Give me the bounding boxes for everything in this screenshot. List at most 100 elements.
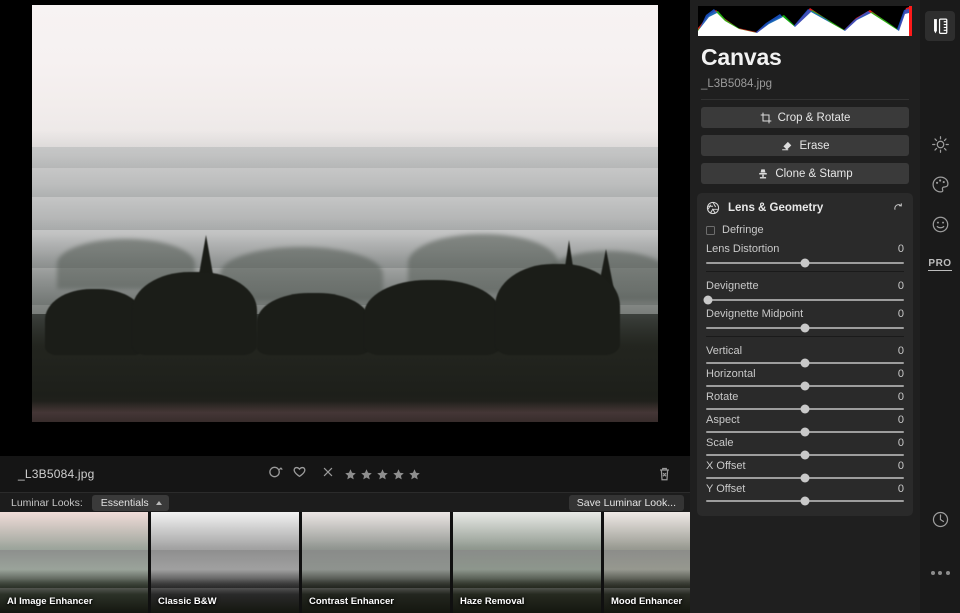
x-offset-slider[interactable]: X Offset 0 [706, 460, 904, 483]
slider-track[interactable] [703, 295, 904, 305]
light-button[interactable] [920, 124, 960, 164]
slider-track[interactable] [706, 473, 904, 483]
devignette-label: Devignette [706, 280, 759, 292]
clone-stamp-label: Clone & Stamp [775, 167, 853, 180]
lens-geometry-section: Lens & Geometry Defringe Lens Distortion… [697, 193, 913, 516]
reset-arrow-icon[interactable] [891, 202, 904, 215]
slider-knob[interactable] [800, 258, 810, 268]
preset-label: Classic B&W [158, 596, 217, 607]
defringe-checkbox[interactable] [706, 225, 715, 235]
luminar-app-window: _L3B5084.jpg Luminar Looks: Essentials S… [0, 0, 960, 613]
lens-distortion-slider[interactable]: Lens Distortion 0 [706, 243, 904, 268]
save-luminar-look-button[interactable]: Save Luminar Look... [568, 494, 684, 511]
slider-track[interactable] [706, 323, 904, 333]
crop-rotate-button[interactable]: Crop & Rotate [701, 107, 909, 128]
looks-category-dropdown[interactable]: Essentials [91, 494, 169, 511]
slider-label: X Offset [706, 460, 746, 472]
crop-rotate-label: Crop & Rotate [777, 111, 851, 124]
star-rating[interactable] [344, 468, 421, 481]
horizontal-slider[interactable]: Horizontal 0 [706, 368, 904, 391]
history-button[interactable] [920, 499, 960, 539]
image-file-name: _L3B5084.jpg [18, 467, 95, 481]
slider-track[interactable] [706, 381, 904, 391]
color-label-icon[interactable] [268, 464, 283, 484]
photo-sky [32, 5, 658, 147]
edit-tools-icon [925, 11, 955, 41]
star-icon [345, 468, 356, 479]
defringe-checkbox-row[interactable]: Defringe [706, 224, 904, 236]
preset-thumbnail[interactable]: Classic B&W [151, 512, 299, 613]
geometry-sliders: Vertical 0 Horizontal 0 Rotate 0 Aspect 0 Scale 0… [706, 345, 904, 506]
devignette-midpoint-slider[interactable]: Devignette Midpoint 0 [706, 308, 904, 333]
main-photo[interactable] [32, 5, 658, 422]
slider-knob[interactable] [703, 295, 713, 305]
panel-file-name: _L3B5084.jpg [701, 78, 772, 90]
slider-label: Horizontal [706, 368, 756, 380]
slider-knob[interactable] [800, 496, 810, 506]
photo-content [32, 5, 658, 422]
rotate-slider[interactable]: Rotate 0 [706, 391, 904, 414]
slider-knob[interactable] [800, 450, 810, 460]
edit-tools-button[interactable] [920, 6, 960, 46]
photo-grass-strip [32, 401, 658, 422]
heart-icon[interactable] [292, 464, 307, 484]
star-icon [393, 468, 404, 479]
reject-x-icon[interactable] [321, 465, 335, 484]
preset-label: AI Image Enhancer [7, 596, 93, 607]
trash-icon[interactable] [657, 466, 672, 487]
more-options-button[interactable] [920, 553, 960, 593]
erase-label: Erase [799, 139, 830, 152]
portrait-button[interactable] [920, 204, 960, 244]
aspect-slider[interactable]: Aspect 0 [706, 414, 904, 437]
divider [701, 99, 909, 100]
histogram-rgb[interactable] [698, 6, 912, 36]
slider-knob[interactable] [800, 358, 810, 368]
star-icon [377, 468, 388, 479]
page-title: Canvas [701, 44, 782, 70]
preset-label: Mood Enhancer [611, 596, 683, 607]
aperture-icon [706, 201, 720, 215]
canvas-area [0, 0, 690, 456]
devignette-midpoint-value: 0 [897, 308, 904, 320]
slider-track[interactable] [706, 404, 904, 414]
slider-knob[interactable] [800, 381, 810, 391]
tool-rail: PRO [920, 0, 960, 613]
lens-distortion-label: Lens Distortion [706, 243, 780, 255]
slider-track[interactable] [706, 358, 904, 368]
color-button[interactable] [920, 164, 960, 204]
stamp-icon [759, 168, 768, 178]
lens-geometry-title: Lens & Geometry [728, 202, 824, 214]
defringe-label: Defringe [722, 224, 764, 236]
divider [706, 271, 904, 272]
slider-value: 0 [897, 391, 904, 403]
slider-label: Vertical [706, 345, 743, 357]
preset-thumbnail[interactable]: AI Image Enhancer [0, 512, 148, 613]
divider [706, 336, 904, 337]
eraser-icon [782, 141, 792, 150]
slider-track[interactable] [706, 427, 904, 437]
slider-track[interactable] [706, 258, 904, 268]
slider-value: 0 [897, 414, 904, 426]
slider-knob[interactable] [800, 427, 810, 437]
erase-button[interactable]: Erase [701, 135, 909, 156]
clone-stamp-button[interactable]: Clone & Stamp [701, 163, 909, 184]
looks-category-value: Essentials [100, 496, 149, 509]
preset-thumbnail[interactable]: Contrast Enhancer [302, 512, 450, 613]
slider-knob[interactable] [800, 473, 810, 483]
slider-track[interactable] [706, 450, 904, 460]
slider-knob[interactable] [800, 404, 810, 414]
crop-icon [760, 112, 771, 123]
presets-filmstrip[interactable]: AI Image Enhancer Classic B&W Contrast Enh… [0, 512, 690, 613]
devignette-slider[interactable]: Devignette 0 [703, 280, 904, 305]
preset-thumbnail[interactable]: Haze Removal [453, 512, 601, 613]
slider-knob[interactable] [800, 323, 810, 333]
lens-geometry-header[interactable]: Lens & Geometry [706, 201, 904, 215]
pro-button[interactable]: PRO [920, 244, 960, 284]
slider-track[interactable] [706, 496, 904, 506]
vertical-slider[interactable]: Vertical 0 [706, 345, 904, 368]
scale-slider[interactable]: Scale 0 [706, 437, 904, 460]
y-offset-slider[interactable]: Y Offset 0 [706, 483, 904, 506]
preset-label: Haze Removal [460, 596, 525, 607]
slider-label: Rotate [706, 391, 739, 403]
preset-thumbnail[interactable]: Mood Enhancer [604, 512, 690, 613]
